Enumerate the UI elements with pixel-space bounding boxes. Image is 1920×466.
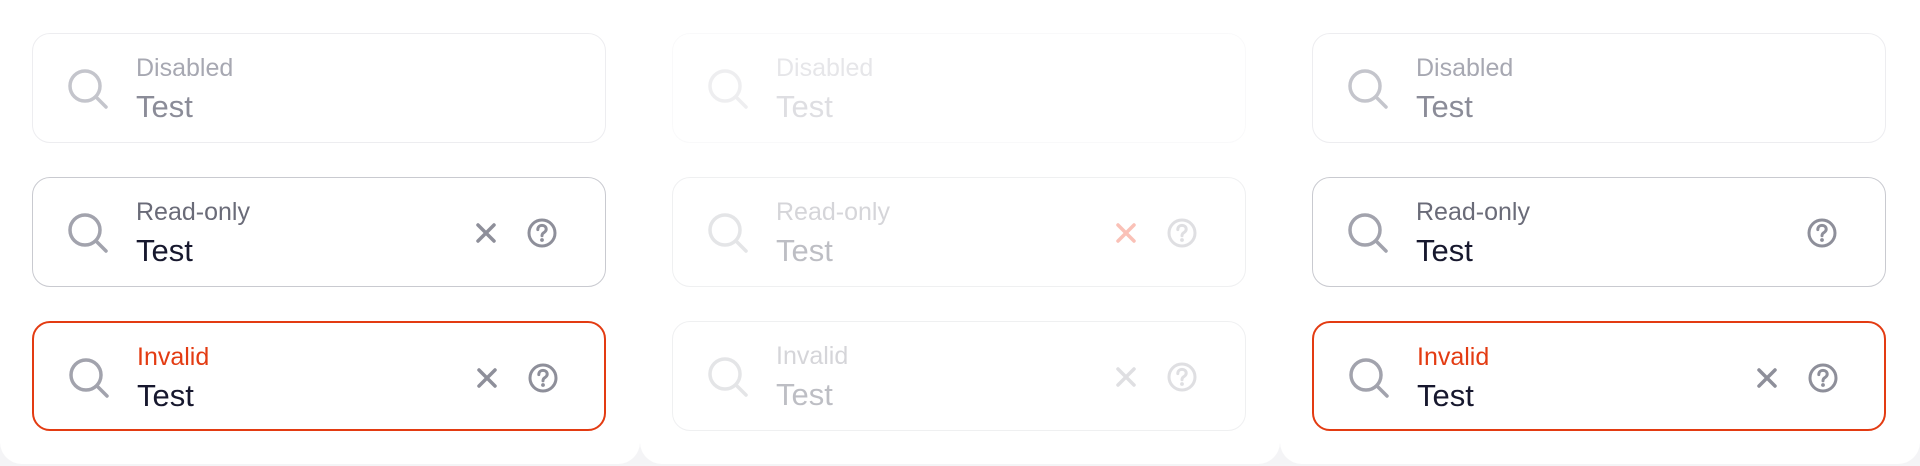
search-field-read-only[interactable]: Read-only Test (1312, 177, 1886, 287)
help-circle-icon[interactable] (1806, 217, 1838, 249)
field-value[interactable]: Test (136, 233, 193, 269)
search-icon (706, 67, 750, 111)
field-label: Invalid (1417, 343, 1490, 371)
search-icon (706, 355, 750, 399)
field-value: Test (136, 89, 193, 124)
search-field-disabled: Disabled Test (672, 33, 1246, 143)
field-value: Test (776, 89, 833, 124)
search-field-invalid[interactable]: Invalid Test (1312, 321, 1886, 431)
search-icon (1347, 356, 1391, 400)
field-label: Invalid (776, 342, 849, 370)
close-icon[interactable] (470, 217, 502, 249)
search-field-read-only: Read-only Test (672, 177, 1246, 287)
search-field-invalid: Invalid Test (672, 321, 1246, 431)
search-field-disabled: Disabled Test (32, 33, 606, 143)
help-circle-icon[interactable] (1807, 362, 1839, 394)
search-field-read-only[interactable]: Read-only Test (32, 177, 606, 287)
search-icon (706, 211, 750, 255)
field-label: Invalid (137, 343, 210, 371)
help-circle-icon[interactable] (527, 362, 559, 394)
field-value[interactable]: Test (1417, 378, 1474, 414)
field-value[interactable]: Test (137, 378, 194, 414)
search-icon (66, 211, 110, 255)
field-label: Read-only (136, 198, 250, 226)
search-icon (1346, 211, 1390, 255)
search-icon (1346, 67, 1390, 111)
field-label: Disabled (776, 54, 874, 82)
help-circle-icon (1166, 361, 1198, 393)
field-label: Read-only (776, 198, 890, 226)
field-label: Disabled (136, 54, 234, 82)
close-icon (1110, 361, 1142, 393)
column-disabled: Disabled Test Read-only Test Invalid Tes… (640, 0, 1280, 464)
column-default: Disabled Test Read-only Test Invalid Tes… (0, 0, 640, 464)
help-circle-icon[interactable] (526, 217, 558, 249)
search-field-invalid[interactable]: Invalid Test (32, 321, 606, 431)
field-value: Test (1416, 89, 1473, 124)
field-value[interactable]: Test (1416, 233, 1473, 269)
close-icon[interactable] (1751, 362, 1783, 394)
field-value: Test (776, 233, 833, 268)
help-circle-icon (1166, 217, 1198, 249)
close-icon[interactable] (471, 362, 503, 394)
field-value: Test (776, 377, 833, 412)
search-icon (66, 67, 110, 111)
column-variant: Disabled Test Read-only Test Invalid Tes… (1280, 0, 1920, 464)
field-label: Disabled (1416, 54, 1514, 82)
search-icon (67, 356, 111, 400)
field-label: Read-only (1416, 198, 1530, 226)
close-icon (1110, 217, 1142, 249)
search-field-disabled: Disabled Test (1312, 33, 1886, 143)
